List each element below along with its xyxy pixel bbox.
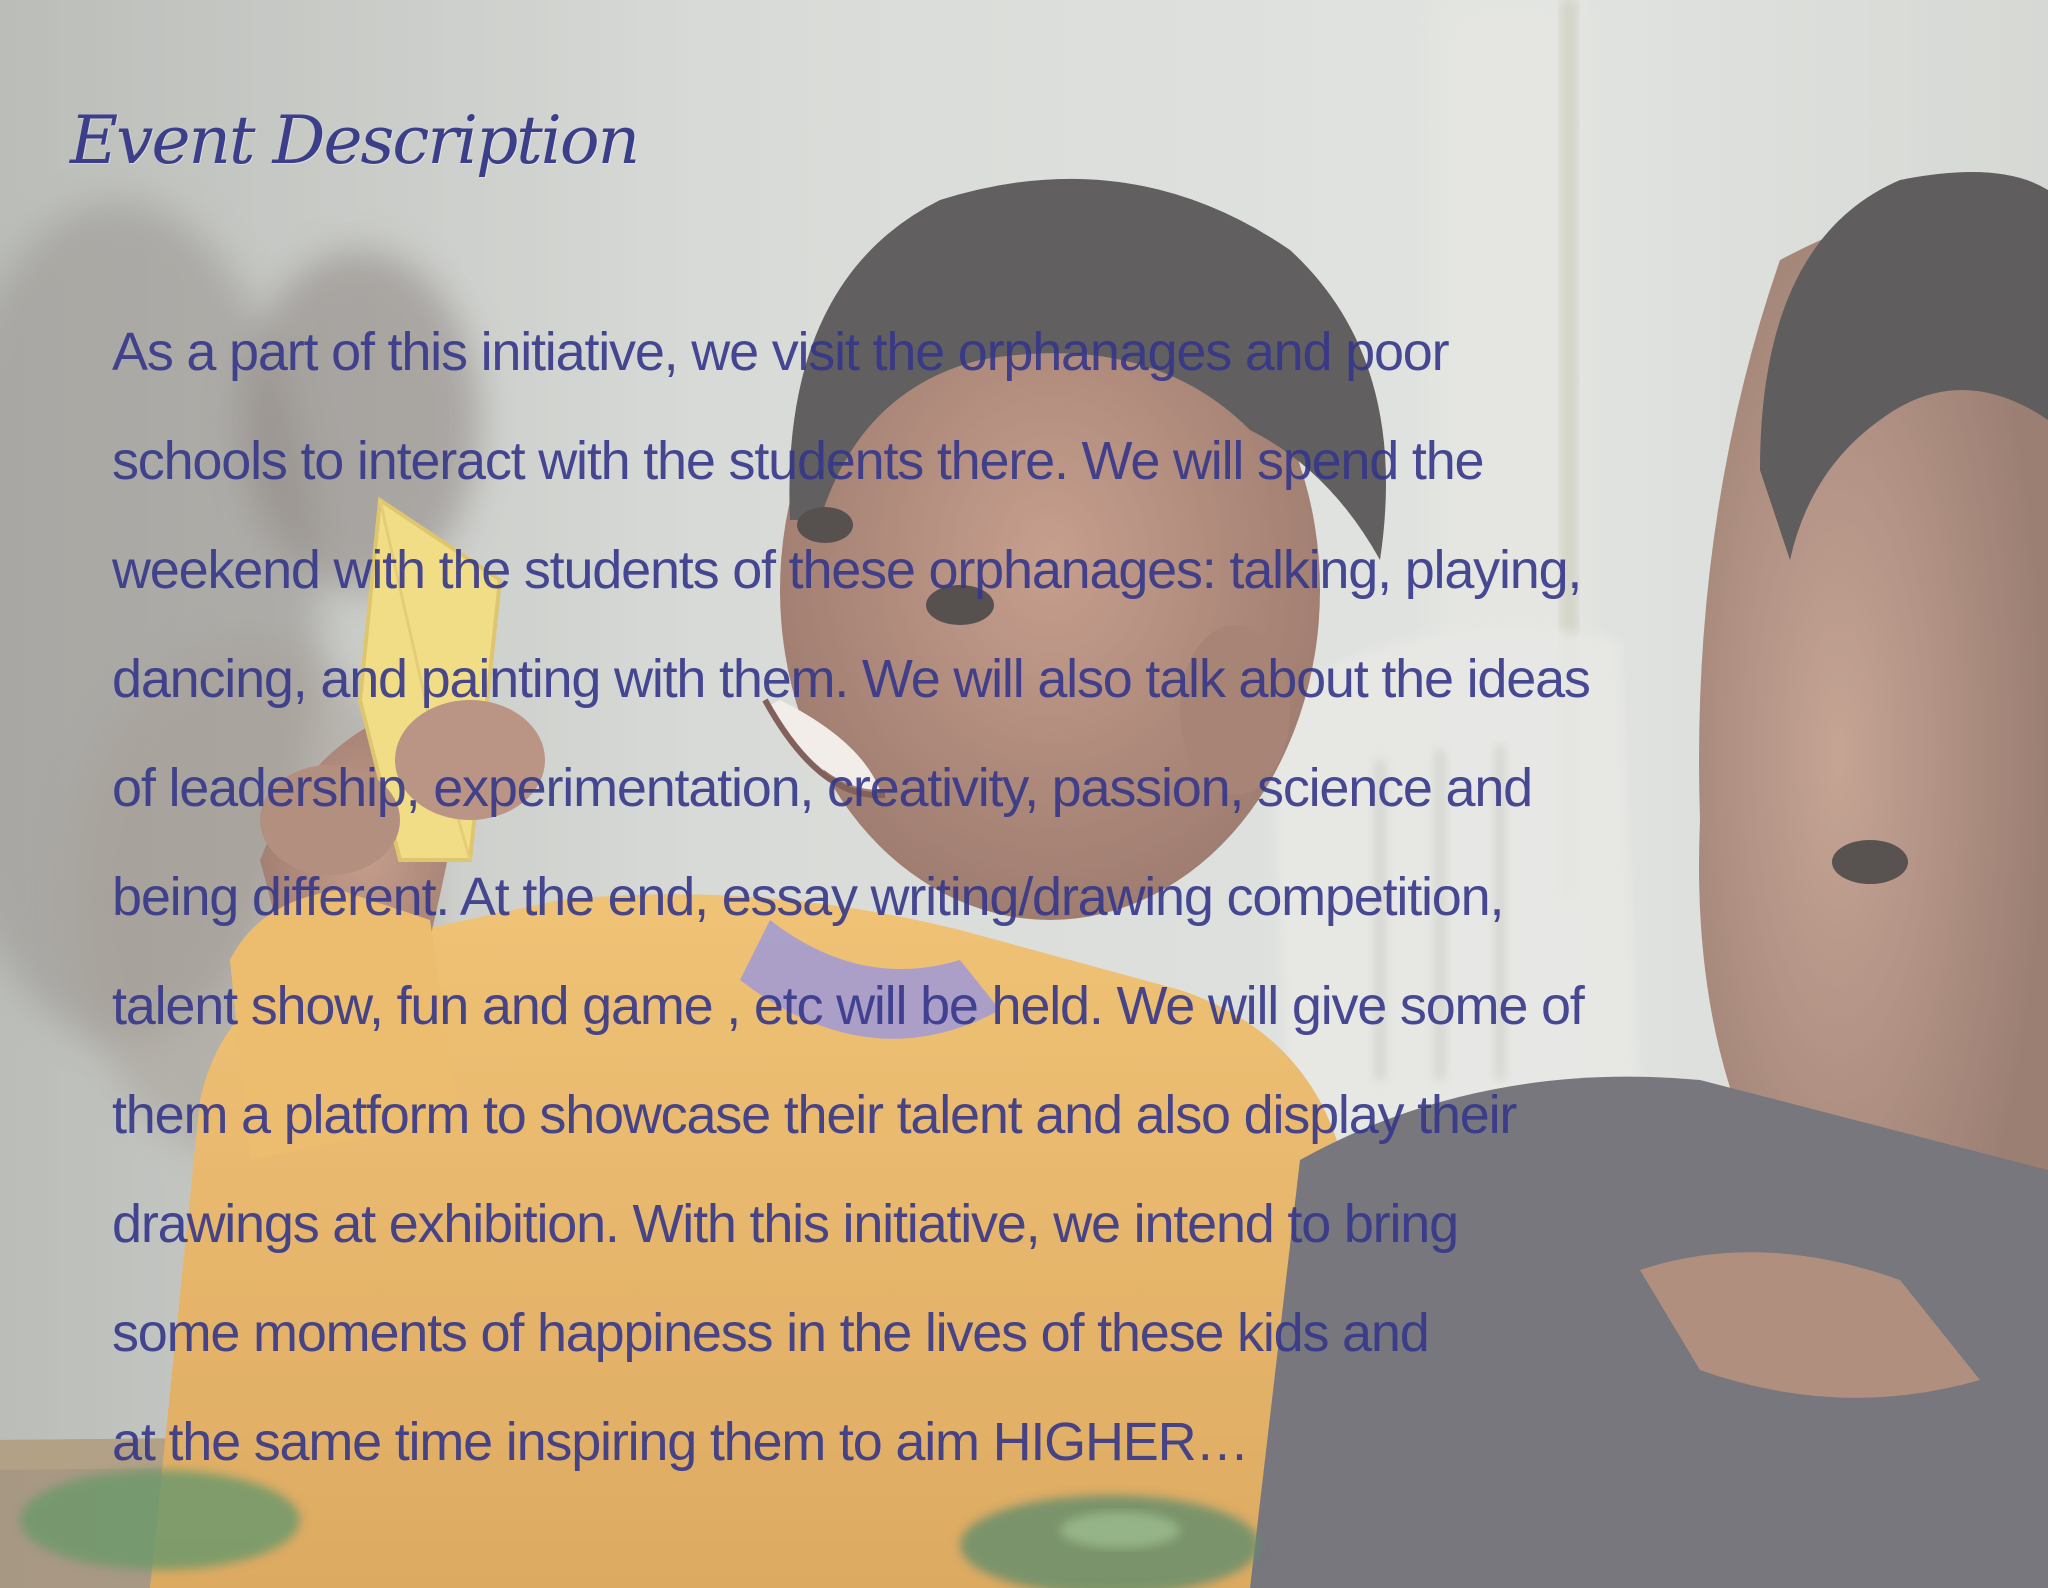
page-title: Event Description <box>70 102 640 179</box>
description-line: some moments of happiness in the lives o… <box>112 1303 1430 1363</box>
description-line: As a part of this initiative, we visit t… <box>112 322 1450 382</box>
description-line: of leadership, experimentation, creativi… <box>112 758 1533 818</box>
description-line: at the same time inspiring them to aim H… <box>112 1412 1249 1472</box>
description-line: being different. At the end, essay writi… <box>112 867 1504 927</box>
description-line: talent show, fun and game , etc will be … <box>112 976 1585 1036</box>
event-description-text: As a part of this initiative, we visit t… <box>112 312 2012 1511</box>
description-line: drawings at exhibition. With this initia… <box>112 1194 1459 1254</box>
description-line: weekend with the students of these orpha… <box>112 540 1582 600</box>
description-line: dancing, and painting with them. We will… <box>112 649 1591 709</box>
description-line: schools to interact with the students th… <box>112 431 1485 491</box>
description-line: them a platform to showcase their talent… <box>112 1085 1517 1145</box>
